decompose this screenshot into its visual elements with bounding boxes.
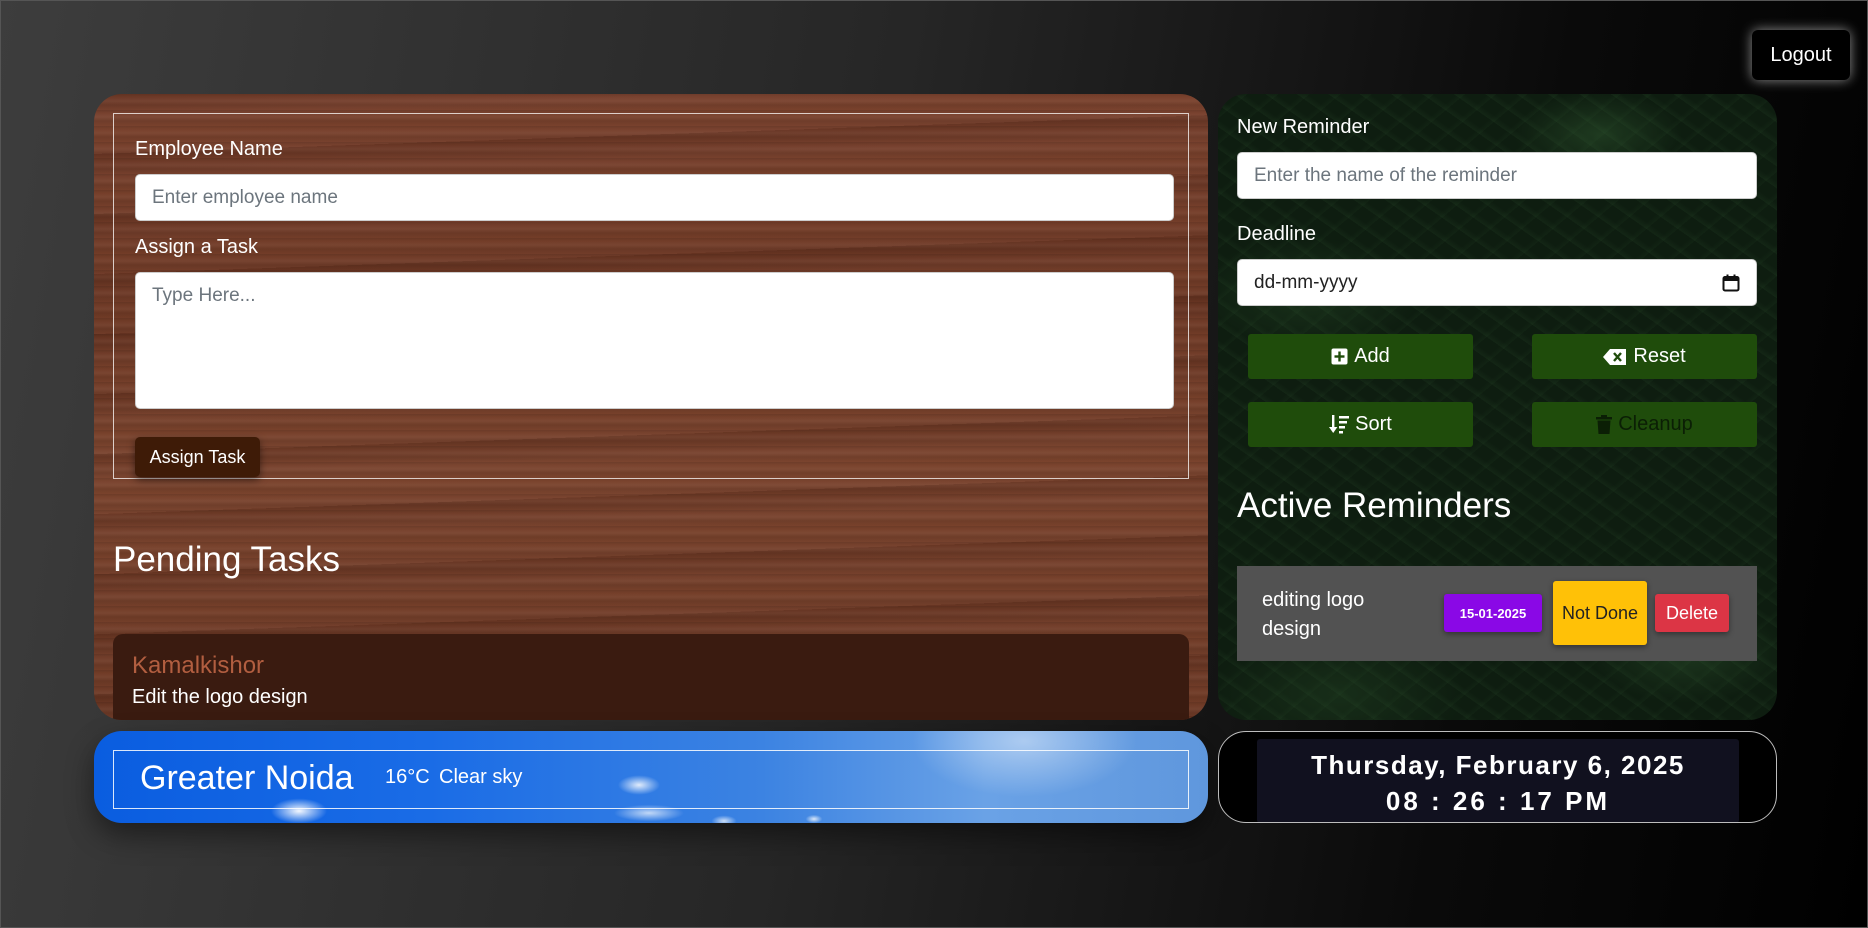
reminder-name: editing logo design bbox=[1262, 589, 1365, 640]
add-label: Add bbox=[1354, 345, 1390, 367]
task-textarea[interactable] bbox=[135, 272, 1174, 409]
reset-button[interactable]: Reset bbox=[1532, 334, 1757, 379]
trash-icon bbox=[1596, 415, 1613, 434]
weather-city: Greater Noida bbox=[140, 759, 354, 797]
delete-reminder-button[interactable]: Delete bbox=[1655, 594, 1729, 632]
employee-name-input[interactable] bbox=[135, 174, 1174, 221]
employee-name-label: Employee Name bbox=[135, 138, 283, 160]
reminder-date-badge: 15-01-2025 bbox=[1444, 594, 1542, 632]
deadline-label: Deadline bbox=[1237, 223, 1316, 245]
sort-amount-down-icon bbox=[1329, 415, 1350, 434]
task-description: Edit the logo design bbox=[132, 686, 308, 708]
cleanup-label: Cleanup bbox=[1618, 413, 1693, 435]
weather-condition: Clear sky bbox=[439, 766, 523, 788]
calendar-icon[interactable] bbox=[1722, 274, 1740, 292]
deadline-date-input[interactable]: dd-mm-yyyy bbox=[1237, 259, 1757, 306]
new-reminder-label: New Reminder bbox=[1237, 116, 1370, 138]
clock-time: 08 : 26 : 17 PM bbox=[1385, 786, 1611, 816]
active-reminders-title: Active Reminders bbox=[1237, 486, 1512, 525]
clock-display: Thursday, February 6, 2025 08 : 26 : 17 … bbox=[1257, 739, 1739, 822]
cleanup-button[interactable]: Cleanup bbox=[1532, 402, 1757, 447]
clock-date: Thursday, February 6, 2025 bbox=[1311, 750, 1685, 780]
clock-widget: Thursday, February 6, 2025 08 : 26 : 17 … bbox=[1218, 731, 1777, 823]
not-done-button[interactable]: Not Done bbox=[1553, 581, 1647, 645]
task-panel: Employee Name Assign a Task Assign Task … bbox=[94, 94, 1208, 720]
reset-label: Reset bbox=[1633, 345, 1686, 367]
task-card: Kamalkishor Edit the logo design bbox=[113, 634, 1189, 720]
task-employee-name: Kamalkishor bbox=[132, 652, 265, 679]
deadline-date-placeholder: dd-mm-yyyy bbox=[1254, 271, 1358, 293]
reminder-panel: New Reminder Deadline dd-mm-yyyy Add Res… bbox=[1218, 94, 1777, 720]
backspace-icon bbox=[1603, 348, 1627, 365]
plus-square-icon bbox=[1331, 348, 1348, 365]
assign-task-form: Employee Name Assign a Task Assign Task bbox=[113, 113, 1189, 479]
weather-box: Greater Noida 16°C Clear sky bbox=[113, 750, 1189, 809]
reminder-name-input[interactable] bbox=[1237, 152, 1757, 199]
assign-task-button[interactable]: Assign Task bbox=[135, 437, 260, 477]
sort-label: Sort bbox=[1355, 413, 1392, 435]
sort-button[interactable]: Sort bbox=[1248, 402, 1473, 447]
logout-button[interactable]: Logout bbox=[1752, 30, 1850, 80]
assign-task-label: Assign a Task bbox=[135, 236, 259, 258]
add-reminder-button[interactable]: Add bbox=[1248, 334, 1473, 379]
weather-widget: Greater Noida 16°C Clear sky bbox=[94, 731, 1208, 823]
reminder-item: editing logo design 15-01-2025 Not Done … bbox=[1237, 566, 1757, 661]
pending-tasks-title: Pending Tasks bbox=[113, 540, 341, 579]
weather-temperature: 16°C bbox=[385, 766, 430, 788]
